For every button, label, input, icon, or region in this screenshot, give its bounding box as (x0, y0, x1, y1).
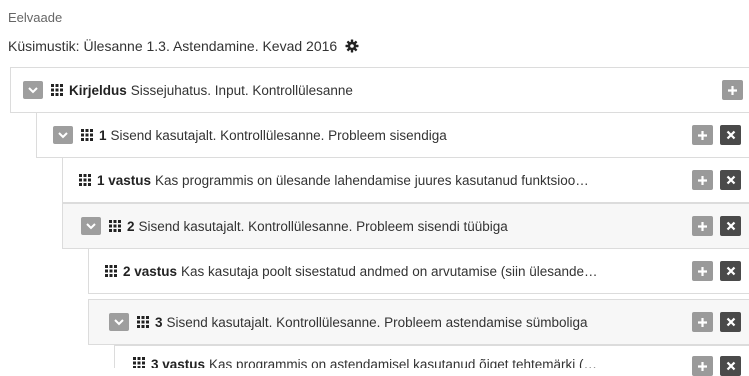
row-keyword: 1 vastus (97, 172, 152, 188)
row-description: Sissejuhatus. Input. Kontrollülesanne (130, 82, 353, 98)
row-description: Sisend kasutajalt. Kontrollülesanne. Pro… (110, 127, 447, 143)
grid-icon[interactable] (81, 129, 93, 141)
add-button[interactable] (692, 312, 713, 332)
tree-row-root: Kirjeldus Sissejuhatus. Input. Kontrollü… (10, 67, 749, 113)
tree-row-answer: 1 vastus Kas programmis on ülesande lahe… (62, 157, 749, 203)
tree-row-answer: 2 vastus Kas kasutaja poolt sisestatud a… (88, 248, 749, 294)
grid-icon[interactable] (51, 84, 63, 96)
grid-icon[interactable] (79, 174, 91, 186)
row-description: Kas programmis on astendamisel kasutanud… (209, 357, 597, 368)
survey-title-text: Küsimustik: Ülesanne 1.3. Astendamine. K… (8, 38, 338, 54)
row-keyword: Kirjeldus (69, 82, 127, 98)
row-number: 3 (155, 314, 163, 330)
add-button[interactable] (692, 125, 713, 145)
delete-button[interactable] (720, 312, 741, 332)
row-keyword: 3 vastus (151, 357, 206, 368)
tree-row-question: 3 Sisend kasutajalt. Kontrollülesanne. P… (88, 299, 749, 345)
row-number: 1 (99, 127, 107, 143)
delete-button[interactable] (720, 125, 741, 145)
preview-label: Eelvaade (8, 10, 63, 25)
survey-title: Küsimustik: Ülesanne 1.3. Astendamine. K… (8, 38, 359, 54)
delete-button[interactable] (720, 261, 741, 281)
grid-icon[interactable] (133, 357, 145, 368)
chevron-down-icon[interactable] (23, 81, 43, 99)
delete-button[interactable] (720, 170, 741, 190)
gear-icon[interactable] (345, 39, 359, 53)
chevron-down-icon[interactable] (81, 217, 101, 235)
row-number: 2 (127, 218, 135, 234)
grid-icon[interactable] (109, 220, 121, 232)
add-button[interactable] (692, 356, 713, 376)
row-description: Sisend kasutajalt. Kontrollülesanne. Pro… (138, 218, 508, 234)
row-description: Sisend kasutajalt. Kontrollülesanne. Pro… (166, 314, 588, 330)
add-button[interactable] (692, 170, 713, 190)
tree-row-answer: 3 vastus Kas programmis on astendamisel … (114, 345, 749, 368)
row-description: Kas kasutaja poolt sisestatud andmed on … (181, 263, 598, 279)
add-button[interactable] (692, 216, 713, 236)
grid-icon[interactable] (105, 265, 117, 277)
row-keyword: 2 vastus (123, 263, 178, 279)
tree-row-question: 1 Sisend kasutajalt. Kontrollülesanne. P… (36, 112, 749, 158)
delete-button[interactable] (720, 356, 741, 376)
tree-row-question: 2 Sisend kasutajalt. Kontrollülesanne. P… (62, 203, 749, 249)
grid-icon[interactable] (137, 316, 149, 328)
chevron-down-icon[interactable] (109, 313, 129, 331)
add-button[interactable] (692, 261, 713, 281)
row-description: Kas programmis on ülesande lahendamise j… (155, 172, 589, 188)
chevron-down-icon[interactable] (53, 126, 73, 144)
delete-button[interactable] (720, 216, 741, 236)
add-button[interactable] (722, 80, 743, 100)
